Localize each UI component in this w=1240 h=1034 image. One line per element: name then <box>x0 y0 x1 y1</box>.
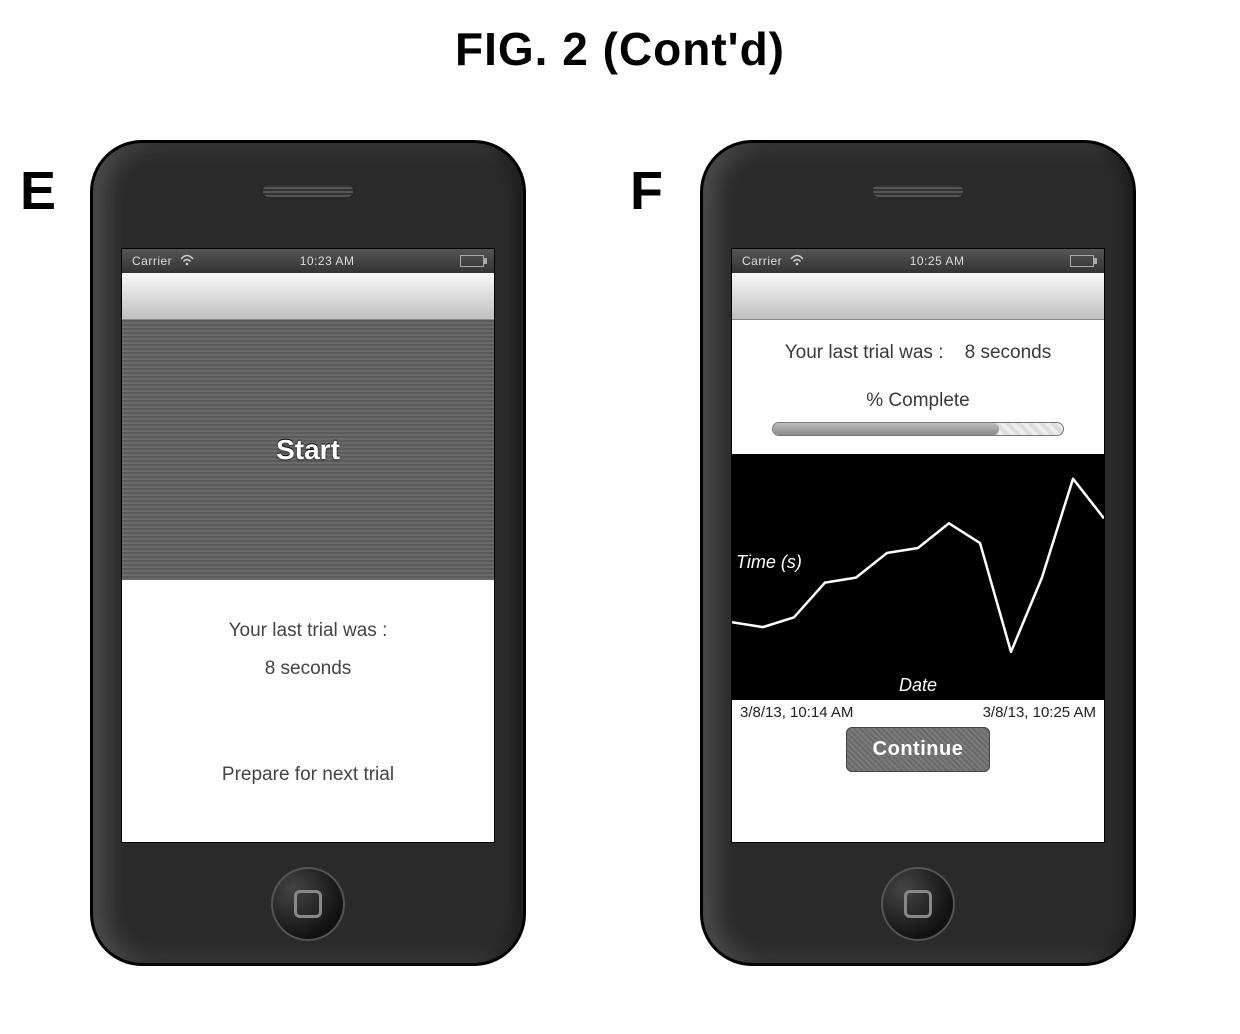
percent-complete-label: % Complete <box>746 390 1090 412</box>
last-trial-value: 8 seconds <box>132 658 484 680</box>
carrier-label: Carrier <box>132 254 172 268</box>
last-trial-label: Your last trial was : <box>132 620 484 642</box>
results-header: Your last trial was : 8 seconds % Comple… <box>732 320 1104 454</box>
status-time: 10:23 AM <box>300 254 355 268</box>
phone-mock-f: Carrier 10:25 AM <box>700 140 1136 966</box>
chart-xlabel: Date <box>732 675 1104 696</box>
battery-icon <box>1070 255 1094 267</box>
home-button[interactable] <box>881 867 955 941</box>
screen-f: Carrier 10:25 AM <box>731 248 1105 843</box>
trial-info: Your last trial was : 8 seconds Prepare … <box>122 580 494 842</box>
panel-label-e: E <box>20 160 56 222</box>
wifi-icon <box>180 254 194 269</box>
chart-ylabel: Time (s) <box>736 552 802 573</box>
panel-label-f: F <box>630 160 663 222</box>
navbar <box>732 273 1104 320</box>
figure-title: FIG. 2 (Cont'd) <box>0 22 1240 76</box>
navbar <box>122 273 494 320</box>
statusbar: Carrier 10:25 AM <box>732 249 1104 273</box>
home-button[interactable] <box>271 867 345 941</box>
battery-icon <box>460 255 484 267</box>
last-trial-value: 8 seconds <box>965 342 1052 363</box>
earpiece-icon <box>263 185 353 197</box>
progress-bar <box>772 422 1064 436</box>
chart-date-start: 3/8/13, 10:14 AM <box>740 704 853 721</box>
status-time: 10:25 AM <box>910 254 965 268</box>
chart-date-range: 3/8/13, 10:14 AM 3/8/13, 10:25 AM <box>740 704 1096 721</box>
earpiece-icon <box>873 185 963 197</box>
carrier-label: Carrier <box>742 254 782 268</box>
chart-date-end: 3/8/13, 10:25 AM <box>983 704 1096 721</box>
statusbar: Carrier 10:23 AM <box>122 249 494 273</box>
history-chart: Time (s) Date <box>732 454 1104 700</box>
wifi-icon <box>790 254 804 269</box>
progress-fill <box>773 423 999 435</box>
chart-footer: 3/8/13, 10:14 AM 3/8/13, 10:25 AM Contin… <box>732 700 1104 842</box>
start-area[interactable]: Start <box>122 320 494 580</box>
phone-mock-e: Carrier 10:23 AM Start <box>90 140 526 966</box>
prepare-label: Prepare for next trial <box>132 764 484 786</box>
last-trial-label: Your last trial was : <box>785 342 944 363</box>
screen-e: Carrier 10:23 AM Start <box>121 248 495 843</box>
continue-button[interactable]: Continue <box>846 727 991 772</box>
start-button[interactable]: Start <box>276 434 340 466</box>
